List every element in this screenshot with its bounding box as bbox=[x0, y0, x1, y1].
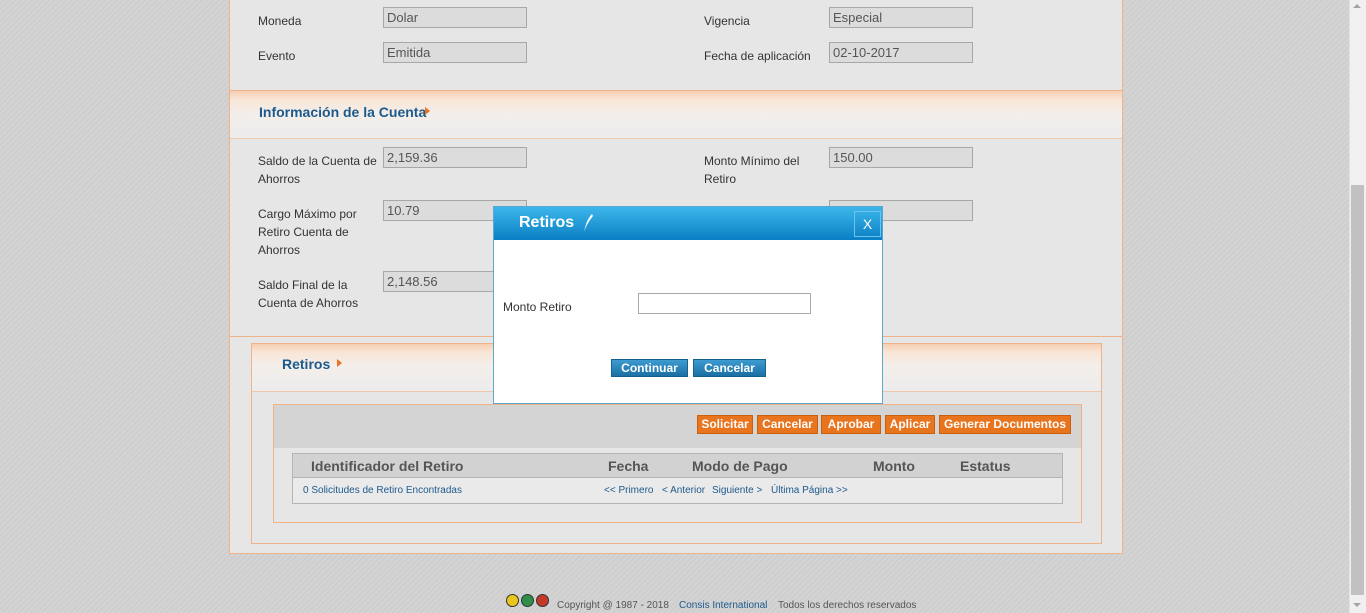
moneda-label: Moneda bbox=[258, 14, 302, 28]
vigencia-label: Vigencia bbox=[704, 14, 750, 28]
table-header: Identificador del Retiro Fecha Modo de P… bbox=[293, 454, 1062, 478]
cancelar-dialog-button[interactable]: Cancelar bbox=[693, 359, 766, 377]
column-header[interactable]: Modo de Pago bbox=[692, 458, 788, 474]
column-header[interactable]: Estatus bbox=[960, 458, 1011, 474]
cancelar-button[interactable]: Cancelar bbox=[757, 415, 818, 434]
vigencia-field[interactable]: Especial bbox=[829, 7, 973, 28]
browser-logo-icon bbox=[521, 594, 534, 607]
pager-next-link[interactable]: Siguiente > bbox=[712, 485, 762, 496]
pager-first-link[interactable]: << Primero bbox=[604, 485, 653, 496]
copyright-text: Copyright @ 1987 - 2018 bbox=[557, 600, 669, 611]
saldo-label: Saldo de la Cuenta de Ahorros bbox=[258, 154, 377, 186]
aprobar-button[interactable]: Aprobar bbox=[821, 415, 881, 434]
pager-prev-link[interactable]: < Anterior bbox=[662, 485, 705, 496]
browser-logo-icon bbox=[506, 594, 519, 607]
dialog-title: Retiros bbox=[519, 214, 575, 231]
dialog-header: Retiros X bbox=[494, 207, 882, 240]
aplicar-button[interactable]: Aplicar bbox=[885, 415, 935, 434]
expand-arrow-icon bbox=[425, 107, 430, 115]
rights-text: Todos los derechos reservados bbox=[778, 600, 917, 611]
monto-retiro-label: Monto Retiro bbox=[503, 300, 572, 314]
saldo-field[interactable]: 2,159.36 bbox=[383, 147, 527, 168]
cargo-maximo-label: Cargo Máximo por Retiro Cuenta de Ahorro… bbox=[258, 207, 357, 257]
monto-minimo-field[interactable]: 150.00 bbox=[829, 147, 973, 168]
retiros-dialog: Retiros X Monto Retiro Continuar Cancela… bbox=[493, 206, 883, 404]
retiros-section-title: Retiros bbox=[282, 356, 331, 372]
fecha-aplicacion-label: Fecha de aplicación bbox=[704, 49, 811, 63]
close-button[interactable]: X bbox=[854, 211, 881, 237]
feather-icon bbox=[584, 214, 593, 232]
evento-field[interactable]: Emitida bbox=[383, 42, 527, 63]
moneda-field[interactable]: Dolar bbox=[383, 7, 527, 28]
retiros-table: Identificador del Retiro Fecha Modo de P… bbox=[292, 453, 1063, 504]
solicitar-button[interactable]: Solicitar bbox=[697, 415, 753, 434]
column-header[interactable]: Monto bbox=[873, 458, 915, 474]
expand-arrow-icon bbox=[337, 359, 342, 367]
saldo-final-label: Saldo Final de la Cuenta de Ahorros bbox=[258, 278, 359, 310]
scroll-up-icon[interactable] bbox=[1353, 4, 1361, 8]
scrollbar-thumb[interactable] bbox=[1351, 185, 1364, 595]
continuar-button[interactable]: Continuar bbox=[611, 359, 688, 377]
evento-label: Evento bbox=[258, 49, 296, 63]
monto-minimo-label: Monto Mínimo del Retiro bbox=[704, 154, 800, 186]
scroll-down-icon[interactable] bbox=[1353, 603, 1361, 607]
column-header[interactable]: Identificador del Retiro bbox=[311, 458, 463, 474]
browser-logo-icon bbox=[536, 594, 549, 607]
cuenta-section-title: Información de la Cuenta bbox=[259, 104, 427, 120]
generar-documentos-button[interactable]: Generar Documentos bbox=[939, 415, 1071, 434]
pager-last-link[interactable]: Última Página >> bbox=[771, 485, 848, 496]
column-header[interactable]: Fecha bbox=[608, 458, 648, 474]
cuenta-section-header[interactable]: Información de la Cuenta bbox=[230, 91, 1122, 139]
monto-retiro-input[interactable] bbox=[638, 293, 811, 314]
fecha-aplicacion-field[interactable]: 02-10-2017 bbox=[829, 42, 973, 63]
company-link[interactable]: Consis International bbox=[679, 600, 767, 611]
records-found-text: 0 Solicitudes de Retiro Encontradas bbox=[303, 485, 462, 496]
